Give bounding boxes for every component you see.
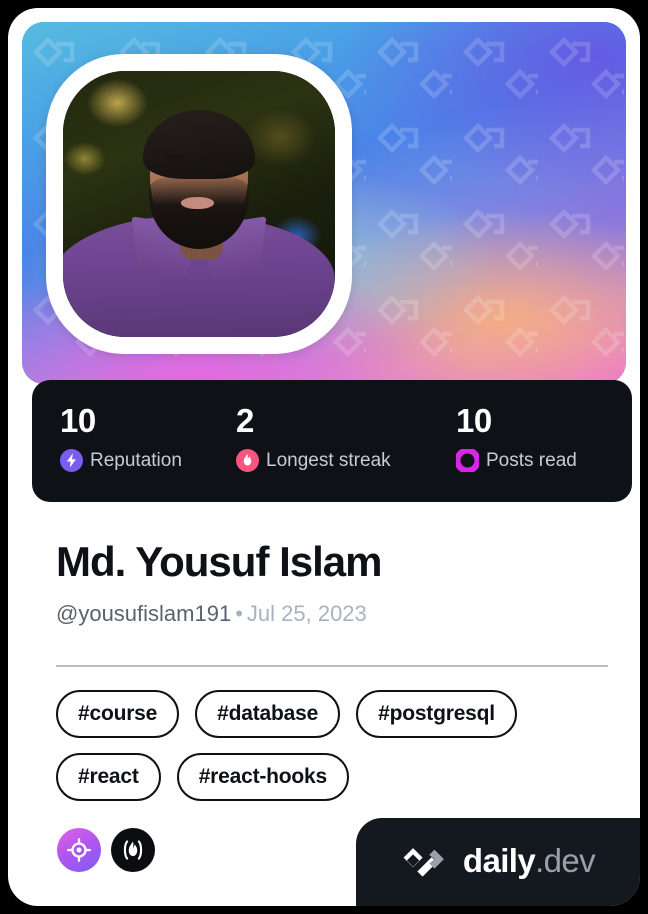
meta-separator: • [235,601,243,626]
flame-icon [236,449,259,472]
top-member-badge[interactable] [57,828,101,872]
tag-item[interactable]: #postgresql [356,690,517,738]
daily-dev-logo-mark-icon [403,848,444,877]
tag-item[interactable]: #react [56,753,161,801]
flame-in-parentheses-icon [123,840,143,860]
profile-meta: @yousufislam191 • Jul 25, 2023 [56,600,367,628]
brand-name-main: daily [462,842,536,879]
stat-reputation-label: Reputation [90,449,182,471]
photo-mouth [181,197,214,209]
brand-name-suffix: .dev [535,842,596,879]
badge-list [57,828,155,872]
screen: 10 Reputation 2 Longest streak 10 Posts … [0,0,648,914]
devcard: 10 Reputation 2 Longest streak 10 Posts … [8,8,640,906]
stat-reputation: 10 Reputation [32,402,208,502]
stat-posts-read-row: Posts read [456,449,632,472]
stats-bar: 10 Reputation 2 Longest streak 10 Posts … [32,380,632,502]
tag-item[interactable]: #database [195,690,341,738]
ring-icon [456,449,479,472]
crosshair-target-icon [67,838,91,862]
stat-posts-read-value: 10 [456,402,492,439]
profile-handle: @yousufislam191 [56,601,232,626]
tag-item[interactable]: #react-hooks [176,753,350,801]
stat-posts-read: 10 Posts read [428,402,632,502]
lightning-bolt-icon [60,449,83,472]
brand-name: daily.dev [462,842,596,879]
stat-longest-streak-value: 2 [236,402,254,439]
stat-longest-streak-label: Longest streak [266,449,391,471]
photo-brow-left [162,153,184,160]
divider [56,665,608,667]
streak-badge[interactable] [111,828,155,872]
brand-footer: daily.dev [356,818,640,906]
stat-posts-read-label: Posts read [486,449,577,471]
stat-longest-streak-row: Longest streak [236,449,428,472]
profile-joined-date: Jul 25, 2023 [246,601,367,626]
stat-longest-streak: 2 Longest streak [208,402,428,502]
tag-item[interactable]: #course [56,690,180,738]
tag-list: #course #database #postgresql #react #re… [56,690,612,801]
profile-name: Md. Yousuf Islam [56,538,382,585]
stat-reputation-value: 10 [60,402,96,439]
photo-eye-left [165,162,183,170]
avatar-photo [63,71,335,337]
photo-eye-right [209,162,228,170]
avatar [46,54,352,354]
stat-reputation-row: Reputation [60,449,208,472]
